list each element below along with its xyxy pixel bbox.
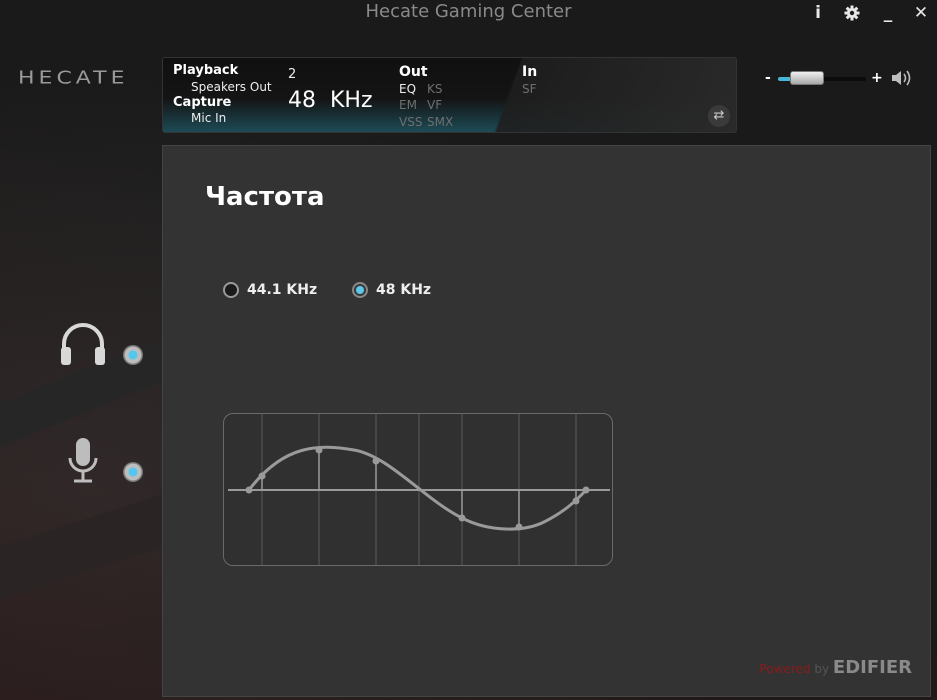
out-eq: EQ <box>399 82 417 96</box>
section-title: Частота <box>205 182 325 212</box>
radio-48-khz[interactable]: 48 KHz <box>352 281 431 299</box>
hecate-logo: HECATE <box>18 68 129 89</box>
edifier-logo: EDIFIER <box>832 657 912 678</box>
capture-device: Mic In <box>191 111 227 125</box>
in-sf: SF <box>522 82 537 96</box>
window-title: Hecate Gaming Center <box>365 1 572 22</box>
playback-label: Playback <box>173 63 239 78</box>
powered-text: Powered <box>759 662 811 676</box>
playback-device: Speakers Out <box>191 80 272 94</box>
minimize-button[interactable]: _ <box>875 2 901 24</box>
by-text: by <box>814 662 830 676</box>
channel-count: 2 <box>288 67 297 82</box>
swap-button[interactable]: ⇄ <box>708 105 730 127</box>
radio-44-1-khz[interactable]: 44.1 KHz <box>223 281 317 299</box>
powered-by-edifier: Powered by EDIFIER <box>760 657 913 678</box>
headphones-icon[interactable] <box>58 320 108 368</box>
speaker-icon[interactable] <box>890 68 914 88</box>
gear-icon <box>844 5 860 21</box>
radio-label: 44.1 KHz <box>247 282 318 298</box>
sine-wave-graphic <box>228 414 610 565</box>
radio-indicator <box>223 282 239 298</box>
out-smx: SMX <box>427 115 454 129</box>
out-label: Out <box>399 64 428 80</box>
volume-minus[interactable]: - <box>765 70 771 86</box>
radio-label: 48 KHz <box>376 282 432 298</box>
in-label: In <box>522 64 538 80</box>
out-ks: KS <box>427 82 443 96</box>
sample-rate-display: 48 KHz <box>288 88 373 113</box>
main-panel: Частота 44.1 KHz 48 KHz Powered by EDIFI… <box>162 145 931 697</box>
microphone-icon[interactable] <box>66 436 100 486</box>
out-vf: VF <box>427 98 443 112</box>
close-button[interactable]: ✕ <box>908 2 934 24</box>
playback-device-select[interactable] <box>123 345 143 365</box>
out-em: EM <box>399 98 417 112</box>
volume-plus[interactable]: + <box>871 70 883 86</box>
device-info-panel: Playback Speakers Out Capture Mic In 2 4… <box>162 57 737 133</box>
radio-indicator <box>352 282 368 298</box>
volume-slider-thumb[interactable] <box>790 71 824 85</box>
title-bar: Hecate Gaming Center i _ ✕ <box>0 0 937 28</box>
settings-button[interactable] <box>839 2 865 24</box>
swap-icon: ⇄ <box>713 108 725 123</box>
out-vss: VSS <box>399 115 423 129</box>
capture-device-select[interactable] <box>123 462 143 482</box>
waveform-illustration <box>223 413 613 566</box>
info-button[interactable]: i <box>805 2 831 24</box>
capture-label: Capture <box>173 95 232 110</box>
